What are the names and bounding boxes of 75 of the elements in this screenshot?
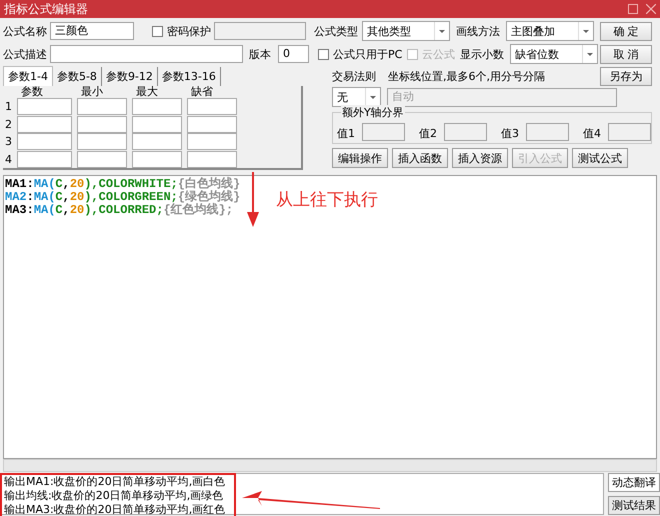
field-label: 坐标线位置,最多6个,用分号分隔 (388, 68, 545, 84)
input-field[interactable] (187, 98, 237, 116)
button[interactable]: 插入函数 (392, 148, 448, 168)
input-field[interactable] (132, 133, 182, 150)
dropdown[interactable]: 其他类型 (362, 21, 450, 41)
field-label: 云公式 (422, 46, 456, 62)
field-label: 密码保护 (167, 24, 212, 38)
input-field[interactable] (77, 133, 127, 150)
input-field[interactable] (187, 133, 237, 150)
input-field[interactable] (17, 98, 72, 116)
close-icon[interactable] (646, 4, 656, 14)
code-line: MA2:MA(C,20),COLORGREEN;{绿色均线} (5, 191, 240, 204)
field-label: 公式只用于PC (333, 46, 404, 62)
column-header: 最大 (135, 86, 159, 98)
field-label: 公式名称 (3, 24, 48, 38)
column-header: 最小 (80, 86, 104, 98)
field-label: 画线方法 (456, 24, 501, 38)
button[interactable]: 取 消 (600, 44, 652, 64)
input-field[interactable] (77, 116, 127, 133)
down-arrow (245, 172, 261, 228)
field-label: 交易法则 (332, 68, 377, 84)
row-number: 2 (5, 116, 13, 133)
column-header: 参数 (20, 86, 44, 98)
input-field[interactable] (132, 150, 182, 168)
button[interactable]: 确 定 (600, 22, 652, 40)
code-line: MA3:MA(C,20),COLORRED;{红色均线}; (5, 204, 234, 217)
checkbox[interactable] (152, 26, 163, 36)
input-field[interactable] (132, 98, 182, 116)
tab[interactable]: 测试结果 (608, 496, 660, 515)
output-line: 输出MA1:收盘价的20日简单移动平均,画白色 (4, 475, 226, 489)
field-label: 值4 (583, 126, 602, 141)
field-label: 公式类型 (314, 24, 359, 38)
annotation-text: 从上往下执行 (276, 189, 378, 211)
input-field[interactable] (17, 150, 72, 168)
text-field[interactable] (214, 22, 306, 40)
column-header: 缺省 (190, 86, 214, 98)
field-label: 版本 (249, 46, 272, 62)
text-field[interactable] (444, 123, 487, 141)
output-line: 输出均线:收盘价的20日简单移动平均,画绿色 (4, 489, 224, 503)
code-line: MA1:MA(C,20),COLORWHITE;{白色均线} (5, 178, 240, 191)
text-field[interactable] (50, 45, 243, 63)
checkbox[interactable] (318, 48, 329, 60)
input-field[interactable] (132, 116, 182, 133)
field-label: 公式描述 (3, 46, 48, 62)
input-field[interactable] (77, 98, 127, 116)
text-field[interactable]: 0 (278, 45, 309, 63)
scrollbar[interactable] (3, 459, 657, 472)
text-field[interactable] (608, 123, 651, 141)
group-label: 额外Y轴分界 (341, 105, 405, 120)
dropdown[interactable]: 无 (332, 87, 381, 107)
text-field[interactable]: 三颜色 (50, 22, 134, 40)
dropdown[interactable]: 主图叠加 (506, 21, 594, 41)
input-field[interactable] (77, 150, 127, 168)
input-field[interactable] (17, 116, 72, 133)
field-label: 值2 (419, 126, 438, 141)
row-number: 3 (5, 134, 13, 150)
tab[interactable]: 参数1-4 (3, 66, 53, 86)
button[interactable]: 测试公式 (572, 148, 628, 168)
input-field[interactable] (187, 150, 237, 168)
text-field[interactable] (526, 123, 569, 141)
button[interactable]: 插入资源 (452, 148, 508, 168)
maximize-icon[interactable] (628, 4, 638, 14)
row-number: 1 (5, 99, 13, 116)
window-title: 指标公式编辑器 (4, 0, 88, 18)
text-field[interactable] (362, 123, 405, 141)
tab[interactable]: 动态翻译 (608, 473, 660, 492)
input-field[interactable] (187, 116, 237, 133)
field-label: 值1 (337, 126, 356, 141)
input-field[interactable] (17, 133, 72, 150)
button[interactable]: 编辑操作 (332, 148, 388, 168)
row-number: 4 (5, 152, 13, 168)
field-label: 值3 (501, 126, 520, 141)
field-label: 显示小数 (460, 46, 505, 62)
button[interactable]: 另存为 (600, 66, 652, 86)
dropdown[interactable]: 缺省位数 (510, 44, 598, 64)
